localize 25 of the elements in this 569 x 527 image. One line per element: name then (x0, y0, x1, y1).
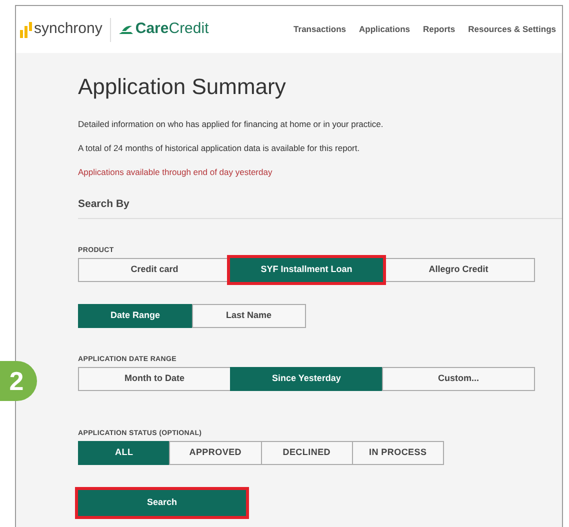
segment-option[interactable]: SYF Installment Loan (230, 258, 383, 282)
nav-link[interactable]: Reports (423, 23, 456, 36)
segment-option[interactable]: DECLINED (260, 441, 353, 465)
segment-option[interactable]: Since Yesterday (230, 367, 383, 391)
description-text: Detailed information on who has applied for financing at home or in your practice. (78, 118, 384, 131)
segment-option[interactable]: APPROVED (169, 441, 262, 465)
segment-option[interactable]: Custom... (382, 367, 535, 391)
brand-name: synchrony (34, 19, 102, 40)
notice-text: Applications available through end of day yesterday (78, 166, 274, 179)
segment-option[interactable]: Month to Date (78, 367, 231, 391)
product-logo: CareCredit (135, 19, 209, 40)
nav-link[interactable]: Transactions (294, 23, 346, 36)
section-heading: Search By (78, 198, 130, 210)
segment-option[interactable]: ALL (78, 441, 170, 465)
search-button[interactable]: Search (78, 490, 246, 516)
nav-link[interactable]: Resources & Settings (468, 23, 556, 36)
logo-bars-icon (20, 22, 32, 38)
segment-option[interactable]: Last Name (192, 304, 306, 328)
segment-option[interactable]: IN PROCESS (352, 441, 444, 465)
segment-option[interactable]: Date Range (78, 304, 192, 328)
page-title: Application Summary (78, 73, 287, 101)
description-text: A total of 24 months of historical application data is available for this report. (78, 142, 361, 155)
leaf-logo-icon (119, 24, 134, 34)
step-badge: 2 (0, 361, 37, 401)
nav-link[interactable]: Applications (358, 23, 410, 36)
